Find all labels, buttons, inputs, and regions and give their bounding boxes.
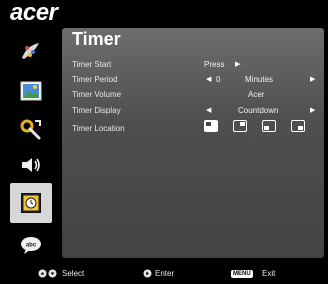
left-arrow-icon[interactable]: ◀ xyxy=(206,106,211,114)
timer-volume-row[interactable]: Timer Volume Acer xyxy=(72,88,322,102)
timer-period-row[interactable]: Timer Period ◀ 0 Minutes ▶ xyxy=(72,73,322,87)
location-bottom-right-icon[interactable] xyxy=(291,120,305,132)
language-speech-icon[interactable]: abc xyxy=(18,232,44,258)
footer-exit-label: Exit xyxy=(262,269,276,278)
timer-period-unit: Minutes xyxy=(245,75,274,84)
right-arrow-icon[interactable]: ▶ xyxy=(310,75,315,83)
up-down-keys-icon xyxy=(38,269,58,280)
timer-location-label: Timer Location xyxy=(72,124,125,133)
location-top-left-icon[interactable] xyxy=(204,120,218,132)
timer-start-row[interactable]: Timer Start Press ▶ xyxy=(72,58,322,72)
menu-sidebar: abc xyxy=(0,28,62,258)
svg-text:abc: abc xyxy=(26,243,37,249)
timer-icon[interactable] xyxy=(10,183,52,223)
left-arrow-icon[interactable]: ◀ xyxy=(206,75,211,83)
panel-title: Timer xyxy=(72,29,121,49)
right-arrow-icon[interactable]: ▶ xyxy=(235,60,240,68)
enter-key-icon xyxy=(143,269,152,280)
timer-period-number: 0 xyxy=(216,75,221,84)
image-adjust-icon[interactable] xyxy=(18,38,44,64)
location-top-right-icon[interactable] xyxy=(233,120,247,132)
timer-panel: Timer Timer Start Press ▶ Timer Period ◀… xyxy=(62,28,324,258)
timer-period-label: Timer Period xyxy=(72,75,118,84)
picture-icon[interactable] xyxy=(18,78,44,104)
footer-select-label: Select xyxy=(62,269,85,278)
right-arrow-icon[interactable]: ▶ xyxy=(310,106,315,114)
timer-volume-value: Acer xyxy=(248,90,265,99)
top-bar: acer xyxy=(0,0,328,28)
speaker-icon[interactable] xyxy=(18,152,44,178)
footer-enter-label: Enter xyxy=(155,269,175,278)
acer-logo: acer xyxy=(10,0,58,26)
location-bottom-left-icon[interactable] xyxy=(262,120,276,132)
timer-location-row[interactable]: Timer Location xyxy=(72,120,322,140)
settings-wrench-icon[interactable] xyxy=(18,116,44,142)
timer-display-label: Timer Display xyxy=(72,106,121,115)
menu-key-icon: MENU xyxy=(231,270,253,278)
footer-help-bar: Select Enter MENU Exit xyxy=(0,262,328,284)
timer-display-row[interactable]: Timer Display ◀ Countdown ▶ xyxy=(72,104,322,118)
timer-start-value: Press xyxy=(204,60,225,69)
timer-display-value: Countdown xyxy=(238,106,279,115)
timer-start-label: Timer Start xyxy=(72,60,112,69)
timer-volume-label: Timer Volume xyxy=(72,90,122,99)
